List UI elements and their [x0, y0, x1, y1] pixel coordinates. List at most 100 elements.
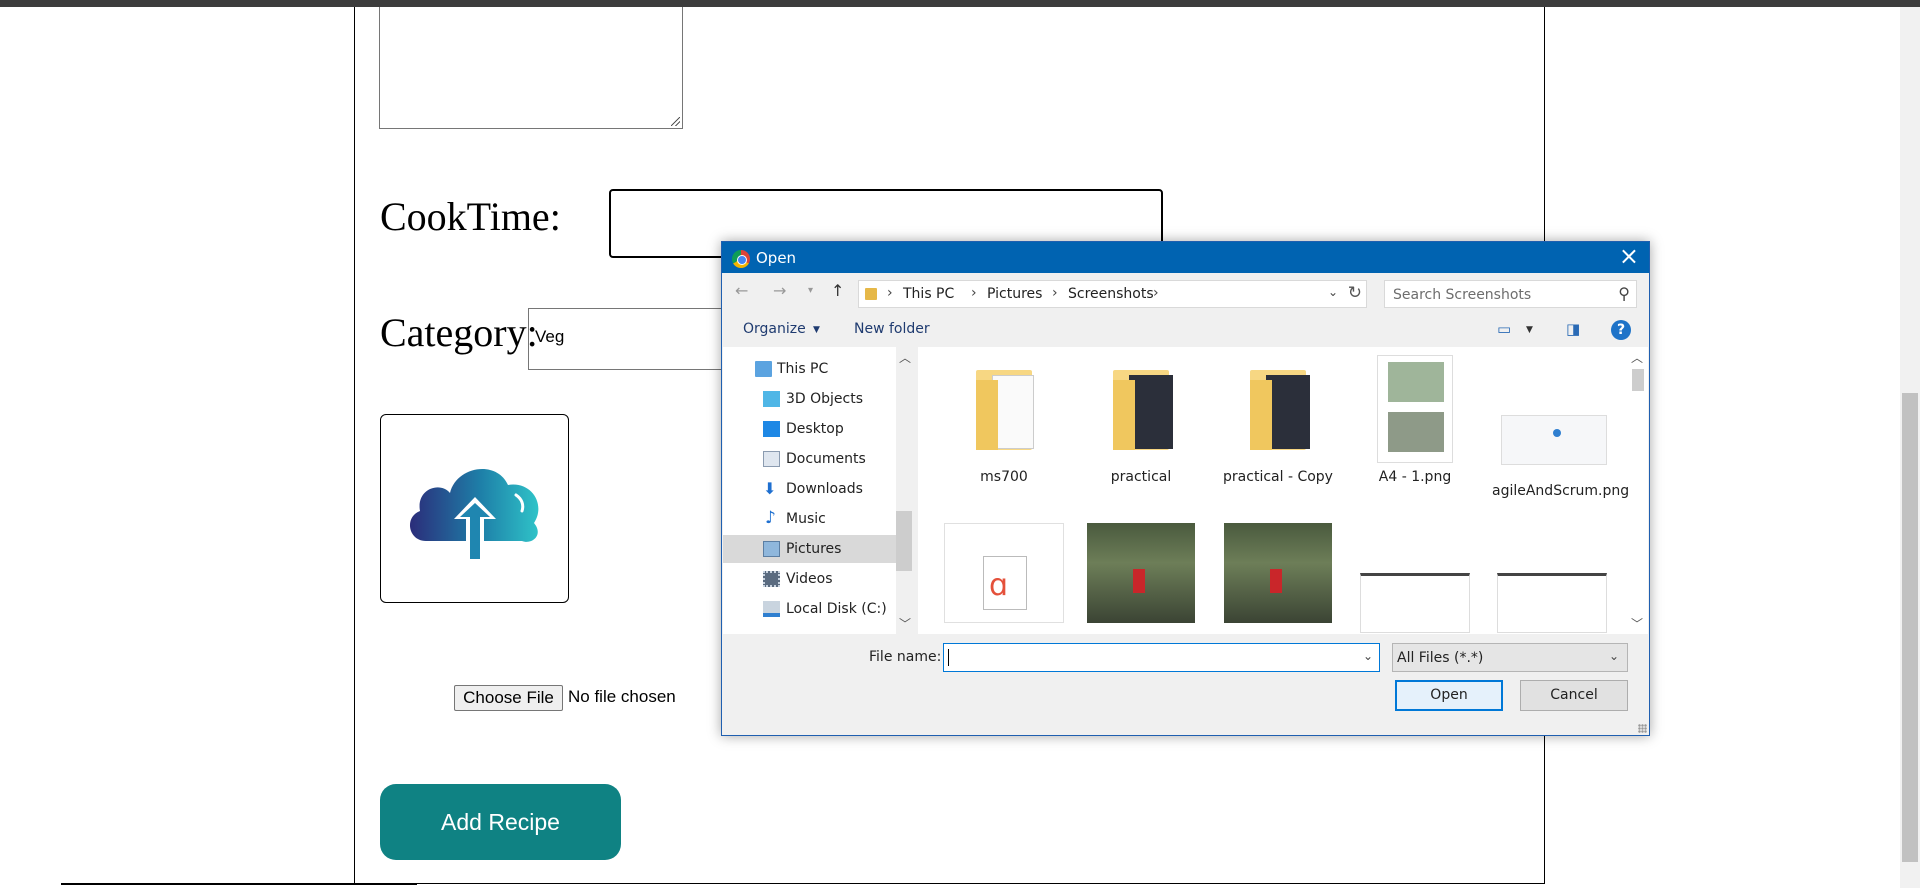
- tree-scrollbar-thumb[interactable]: [896, 511, 912, 571]
- tree-item-label: Local Disk (C:): [786, 601, 887, 617]
- file-item-pdf[interactable]: ɑ: [944, 523, 1064, 623]
- music-icon: ♪: [765, 508, 776, 528]
- chevron-down-icon[interactable]: ⌄: [1328, 285, 1338, 299]
- file-item-folder[interactable]: ms700: [944, 355, 1064, 485]
- file-name: practical: [1110, 469, 1172, 485]
- address-bar[interactable]: › This PC › Pictures › Screenshots › ⌄ ↻: [858, 280, 1367, 308]
- breadcrumb-this-pc[interactable]: This PC: [903, 286, 954, 302]
- file-item-photo[interactable]: [1218, 523, 1338, 623]
- tree-item-label: Desktop: [786, 421, 844, 437]
- view-dropdown-icon[interactable]: ▼: [1526, 325, 1533, 335]
- add-recipe-button[interactable]: Add Recipe: [380, 784, 621, 860]
- photo-thumbnail: [1087, 523, 1195, 623]
- file-list-scrollbar[interactable]: ︿ ﹀: [1628, 347, 1648, 634]
- file-name: practical - Copy: [1223, 469, 1333, 485]
- folder-icon: [1240, 355, 1316, 455]
- search-box[interactable]: Search Screenshots ⚲: [1384, 280, 1637, 308]
- new-folder-button[interactable]: New folder: [854, 321, 930, 337]
- tree-item-videos[interactable]: Videos: [723, 565, 896, 593]
- image-thumbnail: [1497, 523, 1607, 633]
- close-icon[interactable]: ×: [1619, 244, 1639, 268]
- tree-item-this-pc[interactable]: This PC: [723, 355, 896, 383]
- text-caret: [948, 649, 949, 666]
- organize-button[interactable]: Organize: [743, 321, 806, 337]
- file-item-image[interactable]: [1492, 523, 1612, 633]
- file-type-select[interactable]: All Files (*.*) ⌄: [1392, 643, 1628, 672]
- page-scrollbar-thumb[interactable]: [1902, 393, 1918, 862]
- dialog-footer: File name: ⌄ All Files (*.*) ⌄ Open Canc…: [722, 634, 1649, 735]
- organize-dropdown-icon[interactable]: ▼: [813, 325, 820, 335]
- file-name: ms700: [980, 469, 1028, 485]
- photo-thumbnail: [1224, 523, 1332, 623]
- cooktime-label: CookTime:: [380, 194, 561, 239]
- choose-file-button[interactable]: Choose File: [454, 685, 563, 711]
- file-type-value: All Files (*.*): [1397, 650, 1484, 666]
- disk-icon: [763, 601, 780, 617]
- chevron-down-icon[interactable]: ﹀: [899, 615, 911, 632]
- dialog-title-bar[interactable]: Open ×: [722, 242, 1649, 273]
- view-options-icon[interactable]: ▭: [1497, 320, 1511, 338]
- tree-item-label: Videos: [786, 571, 833, 587]
- tree-item-downloads[interactable]: ⬇ Downloads: [723, 475, 896, 503]
- toolbar: Organize ▼ New folder ▭ ▼ ◨ ?: [722, 313, 1649, 347]
- tree-item-desktop[interactable]: Desktop: [723, 415, 896, 443]
- chevron-down-icon[interactable]: ⌄: [1363, 649, 1373, 663]
- file-item-image[interactable]: [1355, 523, 1475, 633]
- file-item-photo[interactable]: [1081, 523, 1201, 623]
- bottom-divider: [61, 883, 417, 885]
- tree-item-local-disk[interactable]: Local Disk (C:): [723, 595, 896, 623]
- tree-item-music[interactable]: ♪ Music: [723, 505, 896, 533]
- open-button[interactable]: Open: [1395, 680, 1503, 711]
- chevron-right-icon: ›: [1153, 285, 1159, 301]
- tree-item-pictures[interactable]: Pictures: [723, 535, 896, 563]
- refresh-icon[interactable]: ↻: [1348, 283, 1362, 303]
- tree-item-label: Downloads: [786, 481, 863, 497]
- category-label: Category:: [380, 310, 538, 355]
- back-arrow-icon[interactable]: ←: [735, 281, 748, 300]
- cancel-button[interactable]: Cancel: [1520, 680, 1628, 711]
- recent-locations-icon[interactable]: ▾: [808, 285, 813, 296]
- file-list: ms700 practical practical - Copy A4 - 1.…: [918, 347, 1631, 634]
- chevron-up-icon[interactable]: ︿: [899, 349, 911, 366]
- image-upload-box[interactable]: [380, 414, 569, 603]
- preview-pane-icon[interactable]: ◨: [1566, 320, 1580, 338]
- file-item-image[interactable]: agileAndScrum.png: [1492, 355, 1629, 499]
- search-icon: ⚲: [1618, 284, 1630, 303]
- file-name: A4 - 1.png: [1378, 469, 1452, 485]
- pdf-file-icon: ɑ: [944, 523, 1064, 623]
- navigation-tree: This PC 3D Objects Desktop Documents ⬇ D…: [723, 347, 912, 634]
- category-select[interactable]: Veg: [528, 308, 728, 370]
- tree-scrollbar[interactable]: ︿ ﹀: [896, 347, 912, 634]
- tree-item-documents[interactable]: Documents: [723, 445, 896, 473]
- image-thumbnail: [1360, 523, 1470, 633]
- help-icon[interactable]: ?: [1611, 320, 1631, 340]
- download-icon: ⬇: [763, 479, 777, 498]
- pc-icon: [755, 361, 772, 377]
- file-name-label: File name:: [869, 649, 942, 665]
- open-file-dialog: Open × ← → ▾ ↑ › This PC › Pictures › Sc…: [721, 241, 1650, 736]
- breadcrumb-pictures[interactable]: Pictures: [987, 286, 1042, 302]
- dialog-title: Open: [756, 249, 797, 267]
- resize-grip-icon[interactable]: [1638, 724, 1647, 733]
- file-item-folder[interactable]: practical - Copy: [1218, 355, 1338, 485]
- file-name: agileAndScrum.png: [1492, 483, 1630, 499]
- pictures-icon: [763, 541, 780, 557]
- file-item-folder[interactable]: practical: [1081, 355, 1201, 485]
- chevron-up-icon[interactable]: ︿: [1631, 349, 1643, 366]
- documents-icon: [763, 451, 780, 467]
- file-list-scrollbar-thumb[interactable]: [1632, 369, 1644, 391]
- tree-item-3d-objects[interactable]: 3D Objects: [723, 385, 896, 413]
- chevron-down-icon: ⌄: [1608, 649, 1619, 663]
- file-name-input[interactable]: ⌄: [943, 643, 1380, 672]
- file-item-image[interactable]: A4 - 1.png: [1355, 355, 1475, 485]
- folder-icon: [966, 355, 1042, 455]
- chevron-down-icon[interactable]: ﹀: [1631, 615, 1643, 632]
- forward-arrow-icon[interactable]: →: [773, 281, 786, 300]
- desktop-icon: [763, 421, 780, 437]
- tree-item-label: This PC: [777, 361, 829, 377]
- breadcrumb-screenshots[interactable]: Screenshots: [1068, 286, 1154, 302]
- description-textarea[interactable]: [379, 7, 683, 129]
- tree-item-label: Music: [786, 511, 826, 527]
- up-arrow-icon[interactable]: ↑: [831, 281, 844, 300]
- resize-handle-icon[interactable]: [671, 117, 680, 126]
